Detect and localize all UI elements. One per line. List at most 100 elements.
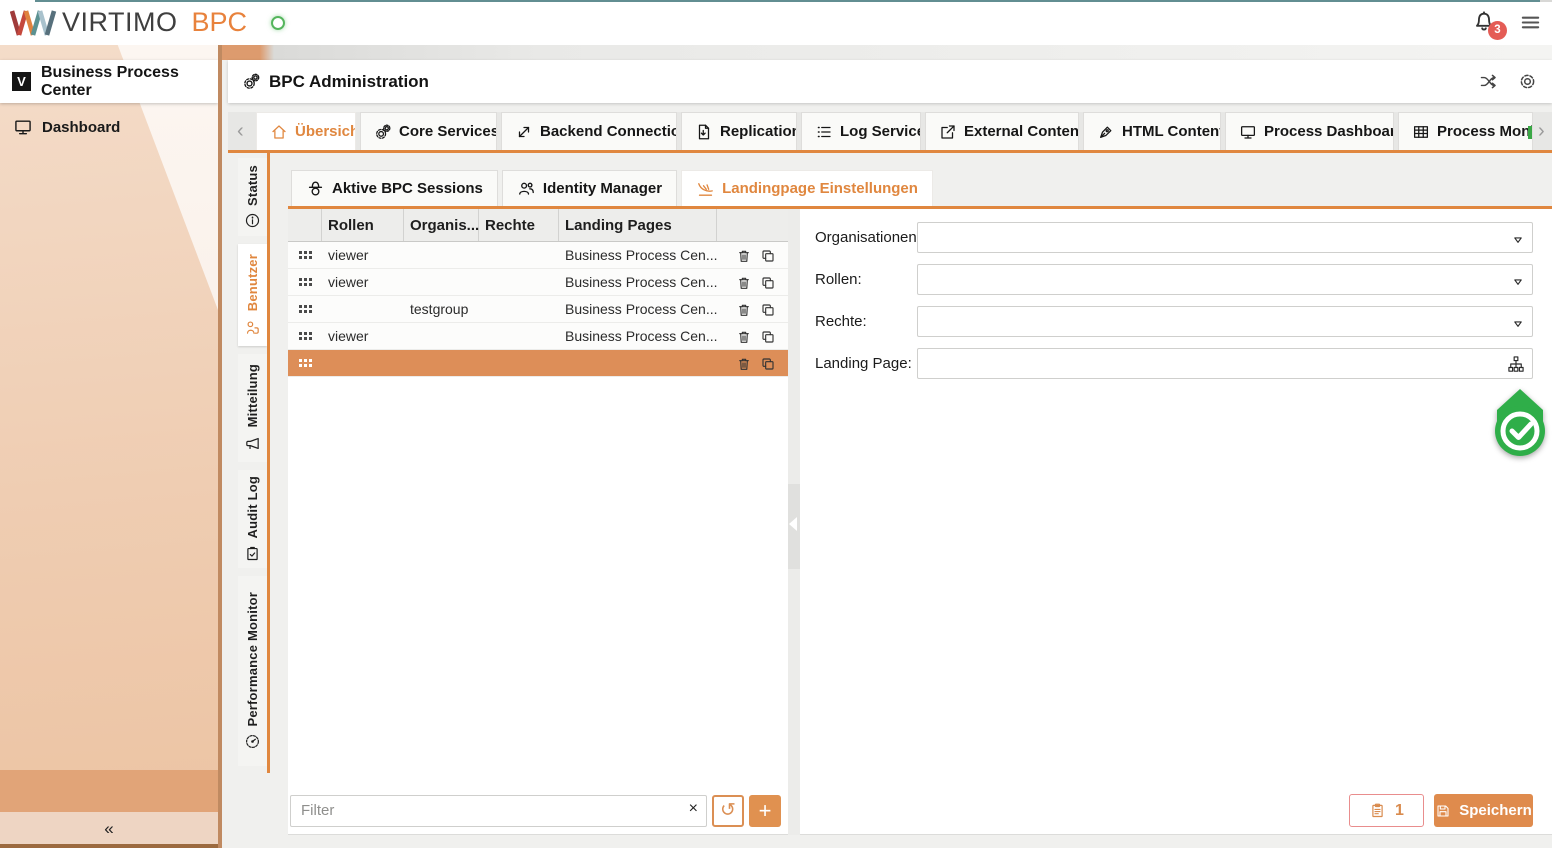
delete-row-icon[interactable]	[736, 300, 752, 317]
cell-rollen: viewer	[322, 247, 404, 263]
organisationen-select[interactable]	[917, 222, 1533, 253]
table-row[interactable]: viewer Business Process Cen...	[288, 242, 788, 269]
window-top-edge	[35, 0, 1540, 2]
pending-count: 1	[1395, 802, 1404, 820]
drag-handle-icon[interactable]	[299, 332, 312, 340]
tab-uebersicht[interactable]: Übersicht	[256, 112, 356, 150]
tab-html-content[interactable]: HTML Content	[1083, 112, 1221, 150]
tab-external-content[interactable]: External Content	[925, 112, 1079, 150]
collapse-left-icon[interactable]	[789, 517, 797, 531]
rollen-select[interactable]	[917, 264, 1533, 295]
panel-splitter[interactable]	[788, 209, 800, 835]
copy-row-icon[interactable]	[760, 300, 776, 317]
copy-row-icon[interactable]	[760, 327, 776, 344]
module-tabs: Übersicht Core Services Backend Connecti…	[256, 112, 1533, 150]
side-tab-benutzer[interactable]: Benutzer	[238, 244, 267, 346]
side-tab-label: Benutzer	[245, 254, 260, 311]
copy-row-icon[interactable]	[760, 273, 776, 290]
reset-button[interactable]: ↺	[712, 795, 744, 827]
connection-status-indicator-icon	[271, 16, 285, 30]
pending-changes-button[interactable]: 1	[1349, 794, 1424, 827]
info-icon	[244, 212, 261, 229]
tab-process-monitor[interactable]: Process Monitor	[1398, 112, 1533, 150]
sidebar-bottom-band	[0, 770, 218, 812]
window-top-edge-light	[1540, 0, 1552, 2]
sub-tab-accent-line	[288, 206, 1552, 209]
home-icon	[270, 123, 288, 141]
document-arrow-icon	[695, 123, 713, 141]
cell-organisationen: testgroup	[404, 301, 479, 317]
delete-row-icon[interactable]	[736, 246, 752, 263]
landing-page-input[interactable]	[917, 348, 1533, 379]
subtab-identity-manager[interactable]: Identity Manager	[502, 170, 677, 206]
tab-backend-connections[interactable]: Backend Connections	[501, 112, 677, 150]
delete-row-icon[interactable]	[736, 273, 752, 290]
tabs-scroll-left-button[interactable]: ‹	[237, 112, 244, 150]
settings-gear-icon[interactable]	[1517, 71, 1538, 92]
admin-title-text: BPC Administration	[269, 72, 429, 92]
status-dot	[1528, 126, 1532, 139]
side-tab-label: Performance Monitor	[245, 592, 260, 727]
subtab-aktive-bpc-sessions[interactable]: Aktive BPC Sessions	[291, 170, 498, 206]
tab-replication[interactable]: Replication	[681, 112, 797, 150]
main-menu-icon[interactable]	[1519, 11, 1542, 34]
brand-name: VIRTIMO	[62, 7, 178, 38]
drag-handle-icon[interactable]	[299, 359, 312, 367]
copy-row-icon[interactable]	[760, 246, 776, 263]
fountain-pen-icon	[1097, 123, 1115, 141]
clipboard-check-icon	[244, 545, 261, 562]
table-row[interactable]: viewer Business Process Cen...	[288, 269, 788, 296]
side-tab-performance-monitor[interactable]: Performance Monitor	[238, 576, 267, 766]
column-header-landing-pages[interactable]: Landing Pages	[559, 209, 717, 241]
drag-handle-icon[interactable]	[299, 251, 312, 259]
person-icon	[244, 319, 261, 336]
table-row[interactable]: testgroup Business Process Cen...	[288, 296, 788, 323]
save-button[interactable]: Speichern	[1434, 794, 1533, 827]
rechte-select[interactable]	[917, 306, 1533, 337]
cell-landing-pages: Business Process Cen...	[559, 328, 717, 344]
column-header-rollen[interactable]: Rollen	[322, 209, 404, 241]
delete-row-icon[interactable]	[736, 327, 752, 344]
side-tab-audit-log[interactable]: Audit Log	[238, 470, 267, 568]
gears-icon	[374, 123, 392, 141]
tab-label: External Content	[964, 123, 1079, 140]
notifications-bell-icon[interactable]: 3	[1471, 9, 1497, 37]
sidebar-right-edge	[218, 45, 222, 848]
chevron-down-icon[interactable]	[1511, 273, 1525, 291]
tab-core-services[interactable]: Core Services	[360, 112, 497, 150]
filter-input[interactable]	[290, 795, 707, 827]
side-tab-label: Status	[245, 165, 260, 206]
column-header-rechte[interactable]: Rechte	[479, 209, 559, 241]
sidebar: V Business Process Center Dashboard «	[0, 45, 218, 848]
label-organisationen: Organisationen:	[815, 222, 921, 253]
side-tab-mitteilung[interactable]: Mitteilung	[238, 354, 267, 462]
drag-handle-icon[interactable]	[299, 305, 312, 313]
table-row-selected[interactable]	[288, 350, 788, 377]
top-bar: VIRTIMO BPC 3	[0, 0, 1552, 45]
drag-handle-icon[interactable]	[299, 278, 312, 286]
table-row[interactable]: viewer Business Process Cen...	[288, 323, 788, 350]
side-tab-label: Mitteilung	[245, 364, 260, 427]
subtab-landingpage-einstellungen[interactable]: Landingpage Einstellungen	[681, 170, 933, 206]
tab-process-dashboard[interactable]: Process Dashboard	[1225, 112, 1394, 150]
list-icon	[815, 123, 833, 141]
copy-row-icon[interactable]	[760, 354, 776, 371]
tabs-scroll-right-button[interactable]: ›	[1538, 112, 1545, 150]
delete-row-icon[interactable]	[736, 354, 752, 371]
tab-log-service[interactable]: Log Service	[801, 112, 921, 150]
side-tabs-accent-line	[267, 153, 270, 773]
sidebar-item-dashboard[interactable]: Dashboard	[13, 117, 120, 137]
clear-filter-icon[interactable]: ×	[689, 800, 698, 818]
chevron-down-icon[interactable]	[1511, 231, 1525, 249]
column-header-organisationen[interactable]: Organis...	[404, 209, 479, 241]
cell-landing-pages: Business Process Cen...	[559, 301, 717, 317]
sitemap-picker-icon[interactable]	[1506, 354, 1526, 374]
add-row-button[interactable]: +	[749, 795, 781, 827]
sidebar-collapse-button[interactable]: «	[0, 812, 218, 845]
side-tab-status[interactable]: Status	[238, 158, 267, 236]
chevron-down-icon[interactable]	[1511, 315, 1525, 333]
landingpage-form-panel: Organisationen: Rollen: Rechte: Landing …	[800, 209, 1552, 835]
label-landing-page: Landing Page:	[815, 348, 912, 379]
product-name: BPC	[192, 7, 248, 38]
shuffle-icon[interactable]	[1478, 71, 1499, 92]
